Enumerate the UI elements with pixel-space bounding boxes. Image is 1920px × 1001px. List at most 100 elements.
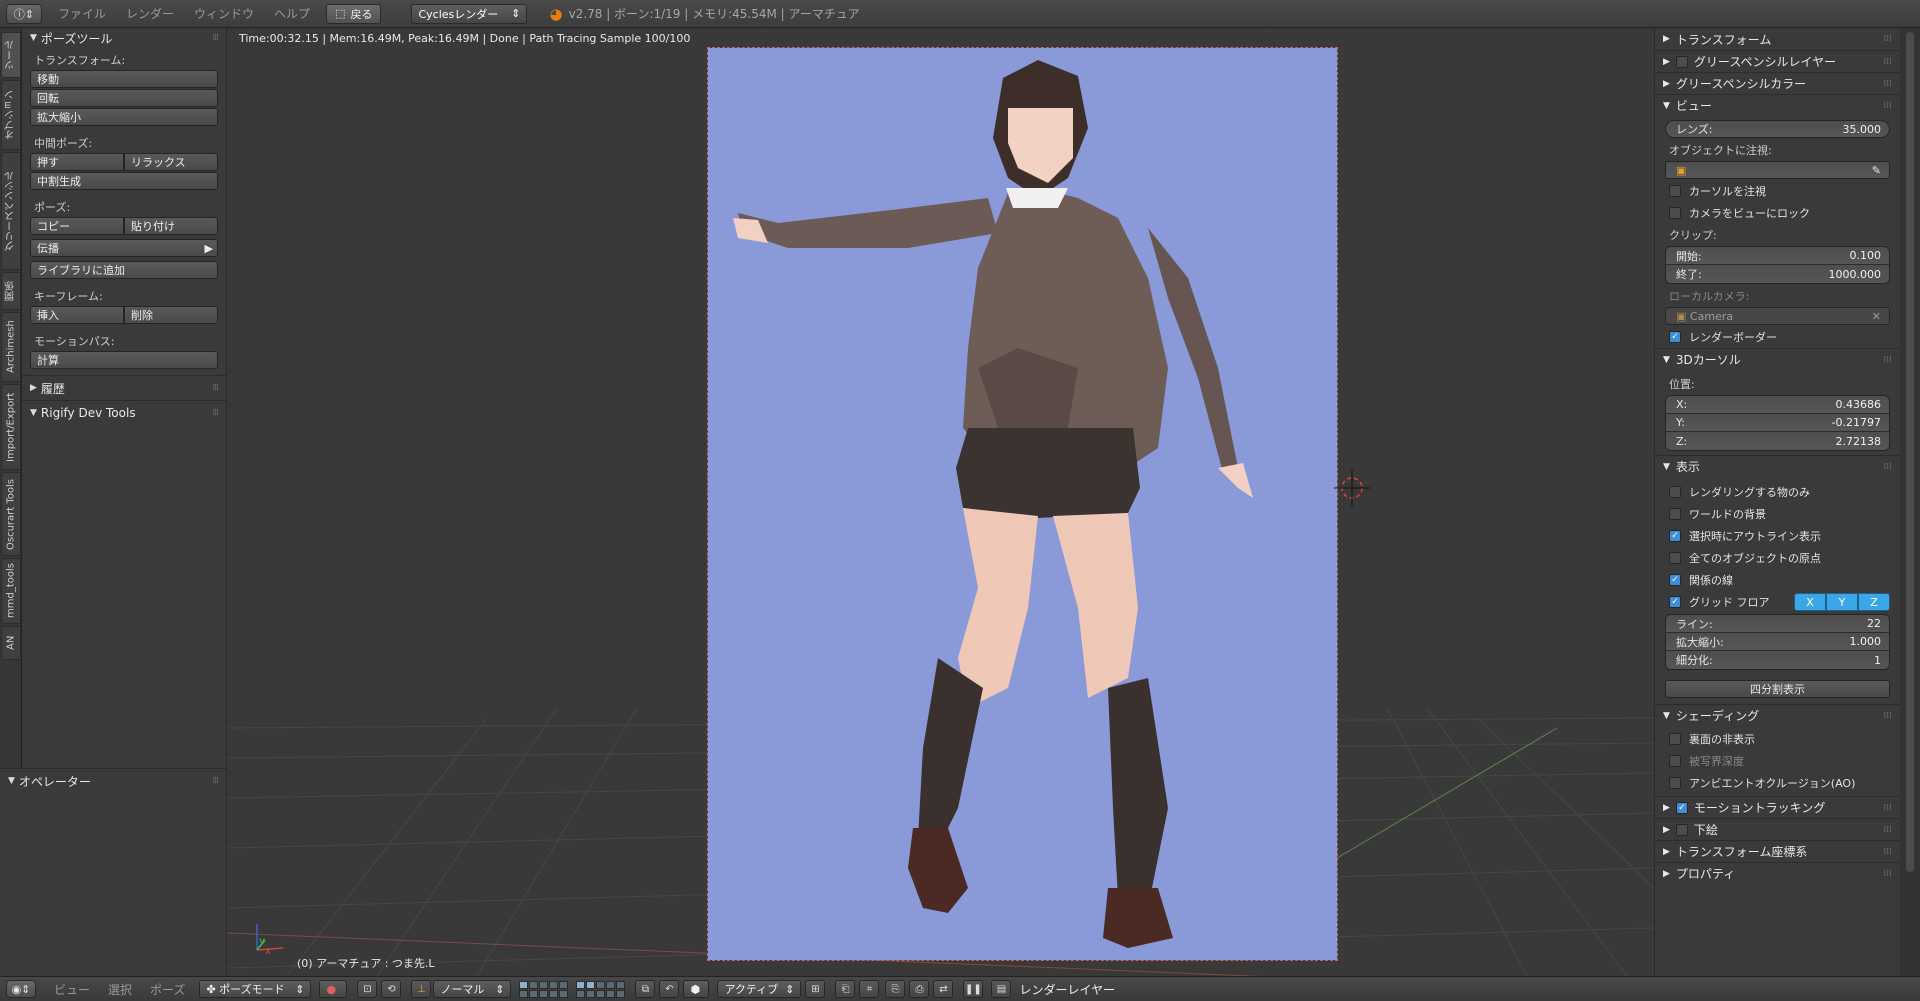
cursor-y-field[interactable]: Y: -0.21797 <box>1666 414 1889 432</box>
grid-lines-field[interactable]: ライン: 22 <box>1666 615 1889 633</box>
pivot-icon[interactable]: ⊡ <box>357 980 378 998</box>
operator-header[interactable]: ▼ オペレーター ⁞⁞⁞ <box>0 771 226 791</box>
relationship-lines-checkbox[interactable]: ✓ <box>1669 574 1681 586</box>
dof-row[interactable]: 被写界深度 <box>1655 750 1900 772</box>
paste-pose-button[interactable]: 貼り付け <box>124 217 218 235</box>
backface-checkbox[interactable] <box>1669 733 1681 745</box>
local-camera-field[interactable]: ▣ Camera ✕ <box>1665 307 1890 325</box>
menu-help[interactable]: ヘルプ <box>274 5 310 22</box>
quad-view-button[interactable]: 四分割表示 <box>1665 680 1890 698</box>
panel-3d-cursor[interactable]: ▼ 3Dカーソル ⁞⁞⁞ <box>1655 348 1900 370</box>
tab-oscurart-tools[interactable]: Oscurart Tools <box>1 472 21 556</box>
lock-cursor-row[interactable]: カーソルを注視 <box>1655 180 1900 202</box>
back-button[interactable]: ⬚ 戻る <box>326 3 382 24</box>
tab-options[interactable]: オプション <box>1 80 21 150</box>
scene-layers[interactable] <box>519 980 569 998</box>
outline-selected-row[interactable]: ✓ 選択時にアウトライン表示 <box>1655 525 1900 547</box>
motion-tracking-checkbox[interactable]: ✓ <box>1675 801 1688 814</box>
cursor-x-field[interactable]: X: 0.43686 <box>1666 396 1889 414</box>
paste-flipped-icon[interactable]: ⇄ <box>933 980 954 998</box>
transform-manipulator-icon[interactable]: ⊥ <box>411 980 432 998</box>
backface-row[interactable]: 裏面の非表示 <box>1655 728 1900 750</box>
rotate-button[interactable]: 回転 <box>30 89 218 107</box>
tab-mmd-tools[interactable]: mmd_tools <box>1 558 21 624</box>
tab-an[interactable]: AN <box>1 626 21 660</box>
drag-grip-icon[interactable]: ⁞⁞⁞ <box>1883 869 1892 879</box>
breakdowner-button[interactable]: 中割生成 <box>30 172 218 190</box>
world-bg-row[interactable]: ワールドの背景 <box>1655 503 1900 525</box>
all-origins-row[interactable]: 全てのオブジェクトの原点 <box>1655 547 1900 569</box>
panel-gp-layer[interactable]: ▶ グリースペンシルレイヤー ⁞⁞⁞ <box>1655 50 1900 72</box>
panel-view[interactable]: ▼ ビュー ⁞⁞⁞ <box>1655 94 1900 116</box>
copy-pose-icon[interactable]: ⎘ <box>885 980 906 998</box>
ao-row[interactable]: アンビエントオクルージョン(AO) <box>1655 772 1900 794</box>
lock-camera-checkbox[interactable] <box>1669 207 1681 219</box>
clip-start-field[interactable]: 開始: 0.100 <box>1666 247 1889 265</box>
properties-scrollbar[interactable] <box>1900 28 1920 976</box>
pause-icon[interactable]: ❚❚ <box>963 980 984 998</box>
manipulator-icon[interactable]: ⟲ <box>381 980 402 998</box>
panel-shading[interactable]: ▼ シェーディング ⁞⁞⁞ <box>1655 704 1900 726</box>
drag-grip-icon[interactable]: ⁞⁞⁞ <box>1883 79 1892 89</box>
drag-grip-icon[interactable]: ⁞⁞⁞ <box>1883 847 1892 857</box>
tab-archimesh[interactable]: Archimesh <box>1 312 21 382</box>
lock-camera-row[interactable]: カメラをビューにロック <box>1655 202 1900 224</box>
menu-file[interactable]: ファイル <box>58 5 106 22</box>
scale-button[interactable]: 拡大縮小 <box>30 108 218 126</box>
lock-object-field[interactable]: ▣ ✎ <box>1665 161 1890 179</box>
rigify-header[interactable]: ▼ Rigify Dev Tools ⁞⁞⁞ <box>22 403 226 423</box>
grid-scale-field[interactable]: 拡大縮小: 1.000 <box>1666 633 1889 651</box>
world-bg-checkbox[interactable] <box>1669 508 1681 520</box>
menu-pose[interactable]: ポーズ <box>150 981 185 998</box>
menu-select[interactable]: 選択 <box>108 981 132 998</box>
drag-grip-icon[interactable]: ⁞⁞⁞ <box>1883 711 1892 721</box>
lock-layers-icon[interactable]: ⧉ <box>635 980 656 998</box>
grid-floor-checkbox[interactable]: ✓ <box>1669 596 1681 608</box>
grid-subdiv-field[interactable]: 細分化: 1 <box>1666 651 1889 669</box>
drag-grip-icon[interactable]: ⁞⁞⁞ <box>1883 462 1892 472</box>
lens-field[interactable]: レンズ: 35.000 <box>1665 120 1890 138</box>
proportional-select[interactable]: ⬢ <box>683 980 710 998</box>
armature-layers[interactable] <box>576 980 626 998</box>
panel-transform-orientations[interactable]: ▶ トランスフォーム座標系 ⁞⁞⁞ <box>1655 840 1900 862</box>
drag-grip-icon[interactable]: ⁞⁞⁞ <box>212 776 219 786</box>
eyedropper-icon[interactable]: ✎ <box>1872 164 1881 177</box>
tab-grease-pencil[interactable]: グリースペンシル <box>1 152 21 270</box>
axis-x-toggle[interactable]: X <box>1794 593 1826 611</box>
panel-properties[interactable]: ▶ プロパティ ⁞⁞⁞ <box>1655 862 1900 884</box>
lock-cursor-checkbox[interactable] <box>1669 185 1681 197</box>
propagate-button[interactable]: 伝播 ▶ <box>30 239 218 257</box>
keyframe-icon[interactable]: ⎗ <box>835 980 856 998</box>
render-border-row[interactable]: ✓ レンダーボーダー <box>1655 326 1900 348</box>
tab-tools[interactable]: ツール <box>1 32 21 78</box>
key-insert-icon[interactable]: ⌗ <box>859 980 880 998</box>
pivot-select[interactable]: アクティブ ⇕ <box>717 980 802 998</box>
copy-pose-button[interactable]: コピー <box>30 217 124 235</box>
move-button[interactable]: 移動 <box>30 70 218 88</box>
shading-select[interactable]: ● <box>319 980 348 998</box>
only-render-row[interactable]: レンダリングする物のみ <box>1655 481 1900 503</box>
3d-viewport[interactable]: Time:00:32.15 | Mem:16.49M, Peak:16.49M … <box>227 28 1654 976</box>
clear-icon[interactable]: ✕ <box>1872 310 1881 323</box>
pose-tools-header[interactable]: ▼ ポーズツール ⁞⁞⁞ <box>22 28 226 48</box>
gp-layer-checkbox[interactable] <box>1675 55 1688 68</box>
drag-grip-icon[interactable]: ⁞⁞⁞ <box>1883 803 1892 813</box>
panel-background-images[interactable]: ▶ 下絵 ⁞⁞⁞ <box>1655 818 1900 840</box>
axis-z-toggle[interactable]: Z <box>1858 593 1890 611</box>
panel-gp-color[interactable]: ▶ グリースペンシルカラー ⁞⁞⁞ <box>1655 72 1900 94</box>
mode-select[interactable]: ✤ ポーズモード ⇕ <box>199 980 312 998</box>
drag-grip-icon[interactable]: ⁞⁞⁞ <box>1883 355 1892 365</box>
tab-relations[interactable]: 関係 <box>1 272 21 310</box>
background-images-checkbox[interactable] <box>1675 823 1688 836</box>
panel-transform[interactable]: ▶ トランスフォーム ⁞⁞⁞ <box>1655 28 1900 50</box>
delete-keyframe-button[interactable]: 削除 <box>124 306 218 324</box>
paste-pose-icon[interactable]: ⎙ <box>909 980 930 998</box>
drag-grip-icon[interactable]: ⁞⁞⁞ <box>212 383 219 393</box>
tab-import-export[interactable]: Import/Export <box>1 384 21 470</box>
calculate-button[interactable]: 計算 <box>30 351 218 369</box>
drag-grip-icon[interactable]: ⁞⁞⁞ <box>1883 101 1892 111</box>
relax-button[interactable]: リラックス <box>124 153 218 171</box>
grid-floor-row[interactable]: ✓ グリッド フロア X Y Z <box>1655 591 1900 613</box>
history-header[interactable]: ▶ 履歴 ⁞⁞⁞ <box>22 378 226 398</box>
render-engine-select[interactable]: Cyclesレンダー ⇕ <box>411 3 528 24</box>
